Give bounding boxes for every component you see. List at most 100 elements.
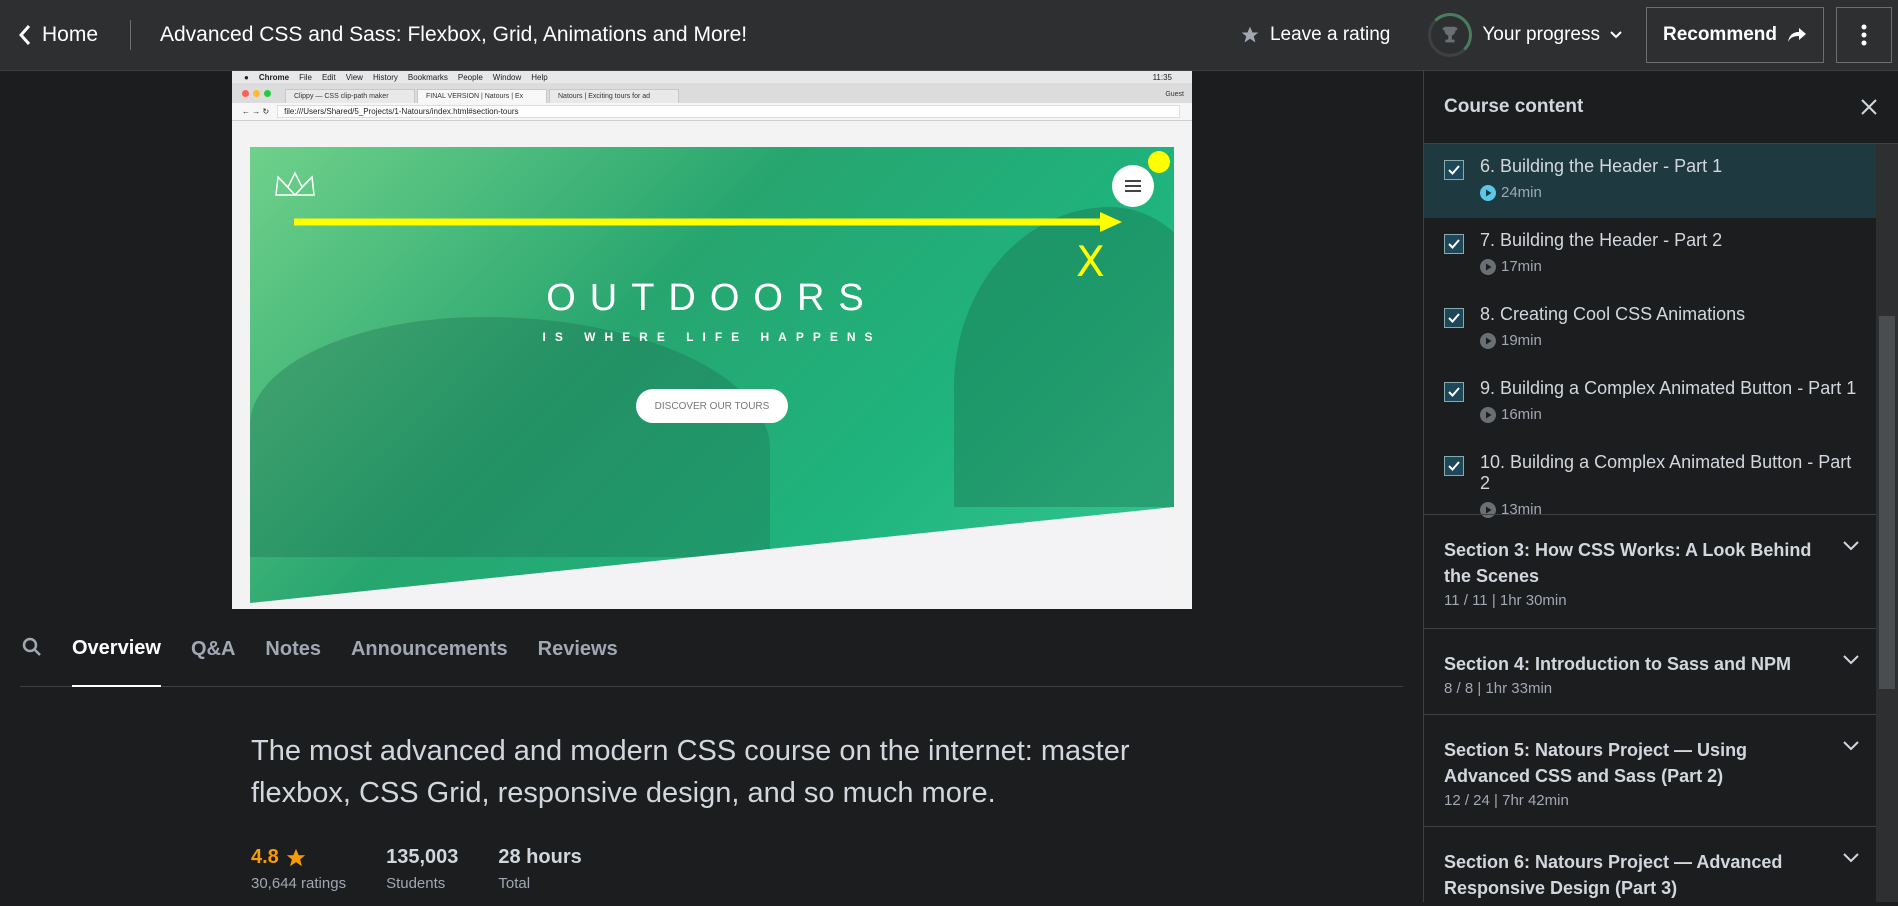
top-bar: Home Advanced CSS and Sass: Flexbox, Gri… <box>0 0 1898 71</box>
search-icon <box>22 637 41 656</box>
section-meta: 11 / 11 | 1hr 30min <box>1444 592 1567 609</box>
chevron-down-icon <box>1843 655 1859 665</box>
more-options-button[interactable] <box>1836 7 1892 63</box>
video-frame: ● Chrome File Edit View History Bookmark… <box>232 71 1192 609</box>
lecture-item[interactable]: 8. Creating Cool CSS Animations 19min <box>1424 292 1877 366</box>
lecture-title: 6. Building the Header - Part 1 <box>1480 156 1723 176</box>
section-header[interactable]: Section 5: Natours Project — Using Advan… <box>1424 714 1877 826</box>
search-button[interactable] <box>22 637 42 662</box>
hero-title: OUTDOORS <box>546 277 878 319</box>
menu-item: History <box>372 72 398 82</box>
apple-icon: ● <box>244 72 249 82</box>
lecture-title: 9. Building a Complex Animated Button - … <box>1480 378 1857 398</box>
hours-value: 28 hours <box>498 846 582 868</box>
url-field: file:///Users/Shared/5_Projects/1-Natour… <box>277 105 1180 118</box>
menu-item: View <box>345 72 363 82</box>
menu-item: Edit <box>321 72 336 82</box>
play-icon <box>1480 406 1496 423</box>
completed-checkbox[interactable] <box>1444 234 1464 254</box>
natours-logo-icon <box>275 171 315 197</box>
check-icon <box>1448 387 1460 397</box>
minimize-dot <box>253 90 260 97</box>
lecture-item[interactable]: 7. Building the Header - Part 2 17min <box>1424 218 1877 292</box>
section-title: Section 4: Introduction to Sass and NPM <box>1444 654 1792 674</box>
check-icon <box>1448 461 1460 471</box>
sidebar-header: Course content <box>1424 71 1898 144</box>
tab-reviews[interactable]: Reviews <box>538 612 618 687</box>
hamburger-menu-icon <box>1112 165 1154 207</box>
content-tabs: Overview Q&A Notes Announcements Reviews <box>20 612 1403 687</box>
rating-count[interactable]: 30,644 ratings <box>251 875 346 892</box>
section-title: Section 3: How CSS Works: A Look Behind … <box>1444 540 1812 586</box>
students-value: 135,003 <box>386 846 459 868</box>
lecture-item[interactable]: 9. Building a Complex Animated Button - … <box>1424 366 1877 440</box>
tab-overview[interactable]: Overview <box>72 612 161 687</box>
browser-tab: Natours | Exciting tours for ad <box>549 89 679 103</box>
completed-checkbox[interactable] <box>1444 160 1464 180</box>
lecture-duration: 17min <box>1501 258 1542 275</box>
sidebar-title: Course content <box>1444 96 1584 117</box>
mac-menu-bar: ● Chrome File Edit View History Bookmark… <box>232 71 1192 83</box>
completed-checkbox[interactable] <box>1444 382 1464 402</box>
stat-rating: 4.8 30,644 ratings <box>251 846 346 892</box>
your-progress-label: Your progress <box>1482 24 1600 45</box>
close-dot <box>242 90 249 97</box>
lecture-item[interactable]: 6. Building the Header - Part 1 24min <box>1424 144 1877 218</box>
tab-qa[interactable]: Q&A <box>191 612 235 687</box>
lecture-item[interactable]: 10. Building a Complex Animated Button -… <box>1424 440 1877 518</box>
stat-students: 135,003 Students <box>386 846 458 892</box>
share-arrow-icon <box>1788 28 1806 42</box>
natours-hero: X OUTDOORS IS WHERE LIFE HAPPENS DISCOVE… <box>250 147 1174 603</box>
chevron-down-icon <box>1843 853 1859 863</box>
recommend-button[interactable]: Recommend <box>1645 7 1824 63</box>
leave-rating-button[interactable]: Leave a rating <box>1240 24 1390 46</box>
divider <box>130 20 131 50</box>
menu-item: Help <box>531 72 548 82</box>
section-meta: 12 / 24 | 7hr 42min <box>1444 792 1569 809</box>
section-header[interactable]: Section 6: Natours Project — Advanced Re… <box>1424 826 1877 906</box>
menu-item: Chrome <box>258 72 290 82</box>
star-icon <box>286 848 305 866</box>
chevron-down-icon <box>1843 541 1859 551</box>
check-icon <box>1448 313 1460 323</box>
students-label: Students <box>386 875 446 892</box>
lecture-title: 8. Creating Cool CSS Animations <box>1480 304 1746 324</box>
section-title: Section 5: Natours Project — Using Advan… <box>1444 740 1748 786</box>
play-icon <box>1480 184 1496 201</box>
address-bar: ← → ↻ file:///Users/Shared/5_Projects/1-… <box>232 103 1192 121</box>
play-icon <box>1480 258 1496 275</box>
lecture-duration: 24min <box>1501 184 1542 201</box>
lecture-duration: 16min <box>1501 406 1542 423</box>
course-stats: 4.8 30,644 ratings 135,003 Students 28 h… <box>251 846 582 892</box>
menu-item: File <box>299 72 312 82</box>
check-icon <box>1448 239 1460 249</box>
lecture-duration: 19min <box>1501 332 1542 349</box>
lecture-title: 7. Building the Header - Part 2 <box>1480 230 1723 250</box>
leave-rating-label: Leave a rating <box>1269 24 1391 45</box>
tab-announcements[interactable]: Announcements <box>351 612 508 687</box>
section-title: Section 6: Natours Project — Advanced Re… <box>1444 852 1783 898</box>
video-player[interactable]: ● Chrome File Edit View History Bookmark… <box>0 71 1423 609</box>
recommend-label: Recommend <box>1662 24 1777 45</box>
home-button[interactable]: Home <box>0 0 130 70</box>
section-header[interactable]: Section 3: How CSS Works: A Look Behind … <box>1424 514 1877 628</box>
stat-hours: 28 hours Total <box>498 846 581 892</box>
rating-value: 4.8 <box>251 846 279 868</box>
menu-item: Window <box>492 72 522 82</box>
section-header[interactable]: Section 4: Introduction to Sass and NPM … <box>1424 628 1877 714</box>
completed-checkbox[interactable] <box>1444 308 1464 328</box>
your-progress-button[interactable]: Your progress <box>1428 0 1646 70</box>
sidebar-scroll-thumb[interactable] <box>1879 316 1895 689</box>
annotation-arrow-icon <box>294 212 1122 232</box>
star-icon <box>1241 26 1259 43</box>
lecture-title: 10. Building a Complex Animated Button -… <box>1480 452 1852 493</box>
browser-tabs: Clippy — CSS clip-path maker FINAL VERSI… <box>232 83 1192 103</box>
menu-item: Bookmarks <box>407 72 448 82</box>
browser-tab: Clippy — CSS clip-path maker <box>285 89 415 103</box>
close-icon[interactable] <box>1860 98 1878 116</box>
completed-checkbox[interactable] <box>1444 456 1464 476</box>
clock: 11:35 <box>1152 72 1172 82</box>
check-icon <box>1448 165 1460 175</box>
annotation-dot <box>1148 151 1170 173</box>
tab-notes[interactable]: Notes <box>265 612 321 687</box>
